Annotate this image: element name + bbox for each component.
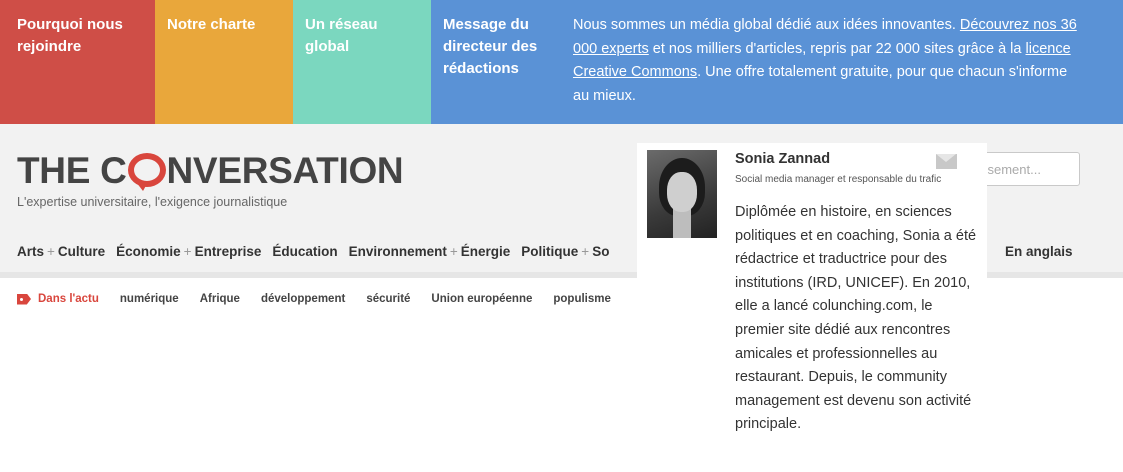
author-role: Social media manager et responsable du t… [735, 174, 942, 185]
author-name[interactable]: Sonia Zannad [735, 151, 830, 167]
speech-bubble-icon [127, 153, 166, 191]
author-popover: Sonia Zannad Social media manager et res… [637, 143, 987, 472]
nav-plus: + [449, 244, 458, 259]
nav-item-politique-societe[interactable]: Politique + So [521, 244, 609, 259]
trending-item[interactable]: populisme [553, 293, 611, 305]
trending-item[interactable]: Union européenne [431, 293, 532, 305]
editor-message-tile[interactable]: Message du directeur des rédactions [431, 0, 560, 124]
nav-label: Économie [116, 244, 181, 259]
site-logo[interactable]: THE C NVERSATION [17, 150, 404, 192]
avatar-neck [673, 208, 691, 238]
mission-text-1: Nous sommes un média global dédié aux id… [573, 17, 960, 33]
trending-item[interactable]: Afrique [200, 293, 240, 305]
nav-label: Environnement [348, 244, 447, 259]
global-network-tile[interactable]: Un réseau global [293, 0, 431, 124]
why-join-tile[interactable]: Pourquoi nous rejoindre [0, 0, 155, 124]
mail-icon[interactable] [936, 154, 957, 169]
nav-label: Culture [57, 244, 106, 259]
trending-label[interactable]: Dans l'actu [38, 293, 99, 305]
nav-item-economie-entreprise[interactable]: Économie + Entreprise [116, 244, 261, 259]
nav-item-environnement-energie[interactable]: Environnement + Énergie [349, 244, 511, 259]
nav-plus: + [183, 244, 192, 259]
tag-icon [17, 293, 31, 305]
logo-text-start: THE C [17, 150, 127, 191]
nav-label: So [592, 244, 610, 259]
nav-label: Arts [17, 244, 45, 259]
trending-item[interactable]: numérique [120, 293, 179, 305]
trending-item[interactable]: sécurité [366, 293, 410, 305]
trending-bar: Dans l'actu numérique Afrique développem… [17, 293, 632, 305]
nav-plus: + [47, 244, 55, 259]
charter-tile[interactable]: Notre charte [155, 0, 293, 124]
top-banner: Pourquoi nous rejoindre Notre charte Un … [0, 0, 1123, 124]
mission-text-2: et nos milliers d'articles, repris par 2… [648, 40, 1026, 57]
nav-label: Éducation [272, 244, 338, 259]
nav-item-arts-culture[interactable]: Arts + Culture [17, 244, 105, 259]
logo-text-end: NVERSATION [166, 150, 404, 191]
nav-item-english[interactable]: En anglais [1005, 244, 1073, 259]
site-tagline: L'expertise universitaire, l'exigence jo… [17, 195, 288, 209]
nav-item-education[interactable]: Éducation [272, 244, 337, 259]
main-nav: Arts + Culture Économie + Entreprise Éducati… [17, 244, 620, 259]
nav-plus: + [581, 244, 590, 259]
trending-item[interactable]: développement [261, 293, 345, 305]
nav-label: Politique [521, 244, 579, 259]
author-bio: Diplômée en histoire, en sciences politi… [735, 204, 977, 433]
nav-label: Énergie [460, 244, 511, 259]
mission-message: Nous sommes un média global dédié aux id… [560, 0, 1123, 124]
avatar-face [667, 172, 697, 212]
author-avatar [647, 150, 717, 238]
nav-label: Entreprise [194, 244, 262, 259]
